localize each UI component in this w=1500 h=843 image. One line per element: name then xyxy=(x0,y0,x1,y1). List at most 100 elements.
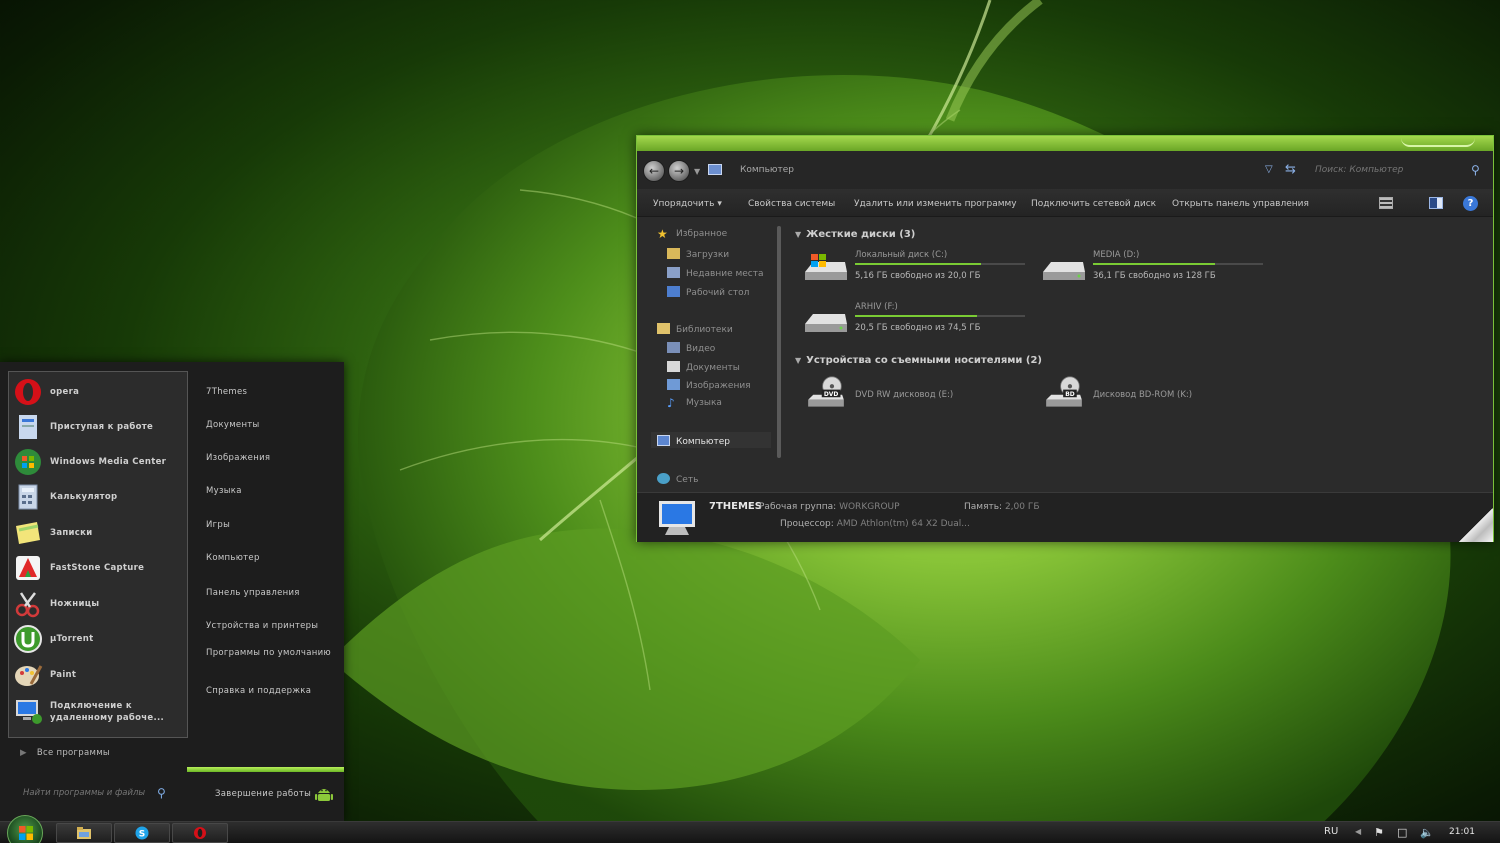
program-opera[interactable]: opera xyxy=(13,375,185,409)
drive-d[interactable]: MEDIA (D:) 36,1 ГБ свободно из 128 ГБ xyxy=(1041,250,1271,290)
link-7themes[interactable]: 7Themes xyxy=(206,387,247,397)
start-menu: opera Приступая к работе Windows Media C… xyxy=(0,362,344,821)
taskbar-skype-button[interactable]: S xyxy=(114,823,170,843)
program-utorrent[interactable]: µTorrent xyxy=(13,622,185,656)
link-documents[interactable]: Документы xyxy=(206,420,260,430)
bluray-drive-icon: BD xyxy=(1046,376,1082,407)
video-library-icon xyxy=(667,342,680,353)
hard-drives-group-header[interactable]: ▼ Жесткие диски (3) xyxy=(795,229,915,240)
start-button[interactable] xyxy=(7,815,43,843)
program-label: Paint xyxy=(50,670,77,680)
start-search-input[interactable] xyxy=(12,782,172,804)
show-hidden-icons-icon[interactable]: ◀ xyxy=(1355,827,1361,836)
open-control-panel-button[interactable]: Открыть панель управления xyxy=(1172,199,1309,209)
drive-e-dvd[interactable]: DVD DVD RW дисковод (E:) xyxy=(803,376,1033,416)
uninstall-program-button[interactable]: Удалить или изменить программу xyxy=(854,199,1017,209)
address-path[interactable]: Компьютер xyxy=(740,165,794,175)
link-devices-printers[interactable]: Устройства и принтеры xyxy=(206,621,318,631)
address-history-dropdown-icon[interactable]: ▽ xyxy=(1265,164,1273,175)
link-pictures[interactable]: Изображения xyxy=(206,453,270,463)
downloads-folder-icon xyxy=(667,248,680,259)
recent-pages-dropdown-icon[interactable]: ▼ xyxy=(694,167,700,176)
computer-icon xyxy=(708,164,722,175)
program-label: Подключение к удаленному рабоче... xyxy=(50,701,165,723)
action-center-flag-icon[interactable]: ⚑ xyxy=(1374,826,1384,839)
program-sticky-notes[interactable]: Записки xyxy=(13,516,185,550)
program-media-center[interactable]: Windows Media Center xyxy=(13,445,185,479)
clock[interactable]: 21:01 xyxy=(1449,827,1475,837)
program-paint[interactable]: Paint xyxy=(13,658,185,692)
help-icon[interactable]: ? xyxy=(1463,196,1478,211)
nav-documents[interactable]: Документы xyxy=(667,361,740,373)
nav-network[interactable]: Сеть xyxy=(657,473,698,485)
system-properties-button[interactable]: Свойства системы xyxy=(748,199,835,209)
change-view-icon[interactable] xyxy=(1379,197,1393,209)
back-button[interactable]: ← xyxy=(643,160,665,182)
shutdown-button[interactable]: Завершение работы xyxy=(215,789,311,799)
organize-button[interactable]: Упорядочить ▾ xyxy=(653,199,722,209)
drive-k-bd[interactable]: BD Дисковод BD-ROM (K:) xyxy=(1041,376,1271,416)
window-titlebar[interactable] xyxy=(637,136,1493,151)
drive-f[interactable]: ARHIV (F:) 20,5 ГБ свободно из 74,5 ГБ xyxy=(803,302,1033,342)
nav-downloads[interactable]: Загрузки xyxy=(667,248,729,260)
link-default-programs[interactable]: Программы по умолчанию xyxy=(206,647,331,659)
link-games[interactable]: Игры xyxy=(206,520,230,530)
nav-favorites[interactable]: ★ Избранное xyxy=(657,228,727,240)
computer-monitor-icon xyxy=(659,501,695,535)
volume-icon[interactable]: 🔈 xyxy=(1420,826,1434,839)
link-control-panel[interactable]: Панель управления xyxy=(206,588,300,598)
drive-free-space: 5,16 ГБ свободно из 20,0 ГБ xyxy=(855,271,981,281)
taskbar-explorer-button[interactable] xyxy=(56,823,112,843)
program-snipping-tool[interactable]: Ножницы xyxy=(13,587,185,621)
drive-name: Локальный диск (C:) xyxy=(855,250,948,260)
skype-icon: S xyxy=(135,826,149,840)
navigation-scrollbar[interactable] xyxy=(777,226,781,458)
drive-free-space: 20,5 ГБ свободно из 74,5 ГБ xyxy=(855,323,981,333)
program-faststone[interactable]: FastStone Capture xyxy=(13,551,185,585)
windows-logo-icon xyxy=(19,826,33,840)
program-remote-desktop[interactable]: Подключение к удаленному рабоче... xyxy=(13,694,185,728)
nav-computer[interactable]: Компьютер xyxy=(657,435,730,447)
map-network-drive-button[interactable]: Подключить сетевой диск xyxy=(1031,199,1156,209)
search-input[interactable] xyxy=(1309,160,1487,180)
pictures-library-icon xyxy=(667,379,680,390)
scrollbar-thumb[interactable] xyxy=(777,226,781,458)
forward-button[interactable]: → xyxy=(668,160,690,182)
preview-pane-icon[interactable] xyxy=(1429,197,1443,209)
nav-pictures[interactable]: Изображения xyxy=(667,379,751,391)
link-computer[interactable]: Компьютер xyxy=(206,553,260,563)
link-help-support[interactable]: Справка и поддержка xyxy=(206,686,311,696)
program-label: opera xyxy=(50,387,80,397)
drive-usage-bar xyxy=(855,315,1025,317)
nav-desktop[interactable]: Рабочий стол xyxy=(667,286,749,298)
all-programs-button[interactable]: ▶ Все программы xyxy=(20,748,110,758)
titlebar-accent xyxy=(1401,138,1475,147)
network-status-icon[interactable]: □ xyxy=(1397,826,1407,839)
refresh-icon[interactable]: ⇆ xyxy=(1285,162,1296,177)
usage-fill xyxy=(855,315,978,317)
program-calculator[interactable]: Калькулятор xyxy=(13,480,185,514)
search-icon[interactable]: ⚲ xyxy=(157,786,166,800)
program-label: Калькулятор xyxy=(50,492,118,502)
drive-name: MEDIA (D:) xyxy=(1093,250,1140,260)
android-shutdown-icon[interactable] xyxy=(314,784,334,804)
removable-group-header[interactable]: ▼ Устройства со съемными носителями (2) xyxy=(795,355,1042,366)
paint-icon xyxy=(15,665,43,686)
opera-icon xyxy=(194,827,206,839)
scissors-icon xyxy=(15,592,40,618)
nav-music[interactable]: ♪ Музыка xyxy=(667,397,722,409)
drive-name: Дисковод BD-ROM (K:) xyxy=(1093,390,1193,400)
nav-video[interactable]: Видео xyxy=(667,342,715,354)
nav-recent-places[interactable]: Недавние места xyxy=(667,267,764,279)
input-language-indicator[interactable]: RU xyxy=(1324,826,1338,837)
taskbar-opera-button[interactable] xyxy=(172,823,228,843)
program-label: µTorrent xyxy=(50,634,94,644)
media-center-icon xyxy=(15,449,41,475)
nav-libraries[interactable]: Библиотеки xyxy=(657,323,733,335)
search-icon[interactable]: ⚲ xyxy=(1471,163,1480,177)
drive-c[interactable]: Локальный диск (C:) 5,16 ГБ свободно из … xyxy=(803,250,1033,290)
program-getting-started[interactable]: Приступая к работе xyxy=(13,410,185,444)
program-label: Ножницы xyxy=(50,599,100,609)
libraries-icon xyxy=(657,323,670,334)
link-music[interactable]: Музыка xyxy=(206,486,242,496)
